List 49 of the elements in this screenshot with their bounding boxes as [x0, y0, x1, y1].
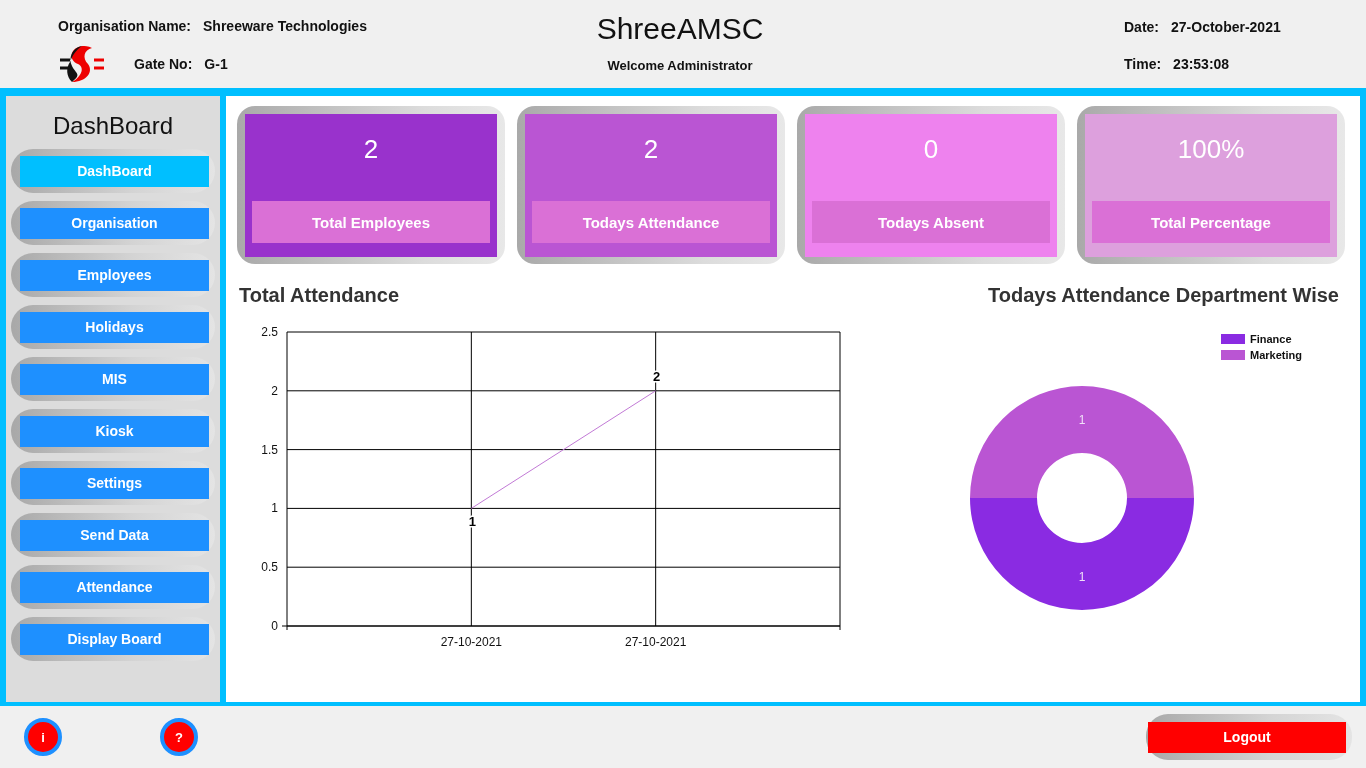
stat-label: Todays Absent: [812, 201, 1050, 243]
axis-tick-label: 27-10-2021: [440, 635, 503, 649]
chart-title: Todays Attendance Department Wise: [988, 284, 1339, 307]
info-button[interactable]: i: [24, 718, 62, 756]
stat-value: 100%: [1177, 134, 1245, 166]
stat-label: Todays Attendance: [532, 201, 770, 243]
sidebar-title: DashBoard: [52, 112, 174, 140]
app-title: ShreeAMSC: [596, 12, 764, 46]
date-value: 27-October-2021: [1171, 19, 1281, 35]
help-button[interactable]: ?: [160, 718, 198, 756]
axis-tick-label: 1: [271, 501, 278, 516]
slice-label: 1: [1078, 569, 1086, 584]
stat-label: Total Employees: [252, 201, 490, 243]
axis-tick-label: 2.5: [261, 325, 278, 339]
stat-value: 2: [643, 134, 659, 166]
stat-value: 2: [363, 134, 379, 166]
legend-swatch: [1221, 350, 1245, 360]
time-label: Time:: [1124, 56, 1162, 72]
logout-button[interactable]: Logout: [1148, 721, 1346, 753]
nav-button[interactable]: Display Board: [20, 623, 209, 655]
stat-value: 0: [923, 134, 939, 166]
axis-tick-label: 2: [271, 383, 278, 398]
legend-label: Finance: [1250, 333, 1292, 345]
gate-number: G-1: [204, 56, 228, 72]
legend-label: Marketing: [1250, 349, 1302, 361]
date-label: Date:: [1124, 19, 1159, 35]
nav-button[interactable]: MIS: [20, 363, 209, 395]
nav-button[interactable]: Employees: [20, 259, 209, 291]
time-value: 23:53:08: [1173, 56, 1230, 72]
axis-tick-label: 0: [271, 619, 278, 633]
chart-title: Total Attendance: [239, 284, 400, 307]
nav-button[interactable]: DashBoard: [20, 155, 209, 187]
nav-button[interactable]: Kiosk: [20, 415, 209, 447]
axis-tick-label: 1.5: [261, 442, 278, 457]
gate-label: Gate No:: [134, 56, 193, 72]
axis-tick-label: 27-10-2021: [624, 635, 687, 649]
nav-button[interactable]: Send Data: [20, 519, 209, 551]
nav-button[interactable]: Organisation: [20, 207, 209, 239]
nav-button[interactable]: Attendance: [20, 571, 209, 603]
slice-label: 1: [1078, 412, 1086, 427]
axis-tick-label: 0.5: [261, 560, 278, 575]
logo-icon: [58, 44, 106, 84]
organisation-label: Organisation Name:: [58, 18, 192, 34]
legend-swatch: [1221, 334, 1245, 344]
nav-button[interactable]: Settings: [20, 467, 209, 499]
welcome-text: Welcome Administrator: [607, 58, 753, 73]
stat-label: Total Percentage: [1092, 201, 1330, 243]
organisation-name: Shreeware Technologies: [203, 18, 367, 34]
nav-button[interactable]: Holidays: [20, 311, 209, 343]
